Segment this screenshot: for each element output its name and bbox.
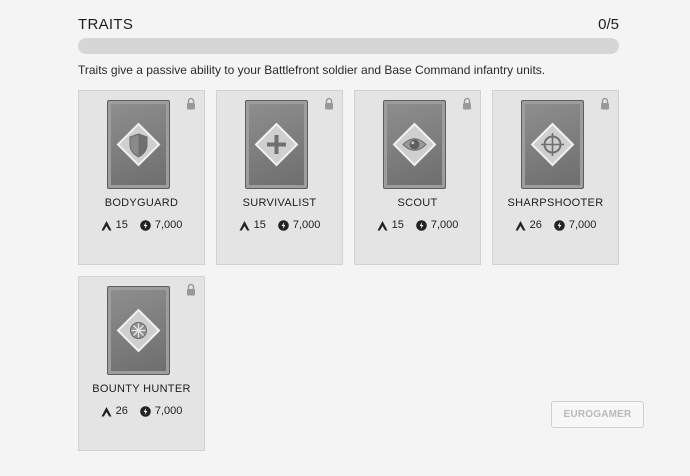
- trait-cost: 7,000: [568, 219, 597, 231]
- credits-icon: [416, 219, 427, 231]
- trait-cost: 7,000: [292, 219, 321, 231]
- trait-rank: 15: [391, 219, 404, 231]
- trait-card-art: [383, 100, 446, 189]
- rank-icon: [101, 406, 112, 416]
- trait-rank: 26: [529, 219, 542, 231]
- credits-icon: [278, 219, 289, 231]
- trait-rank: 15: [115, 219, 128, 231]
- eurogamer-watermark: EUROGAMER: [551, 401, 644, 428]
- trait-rank: 15: [253, 219, 266, 231]
- lock-icon: [187, 97, 195, 110]
- trait-card-art: [245, 100, 308, 189]
- trait-name: BOUNTY HUNTER: [92, 383, 191, 395]
- lock-icon: [187, 283, 195, 296]
- trait-name: SHARPSHOOTER: [507, 197, 604, 209]
- page-title: TRAITS: [78, 16, 134, 33]
- lock-icon: [463, 97, 471, 110]
- trait-requirements: 26 7,000: [79, 405, 204, 417]
- trait-card-art: [521, 100, 584, 189]
- trait-card-scout[interactable]: SCOUT 15 7,000: [354, 90, 481, 265]
- rank-icon: [515, 220, 526, 230]
- trait-card-bodyguard[interactable]: BODYGUARD 15 7,000: [78, 90, 205, 265]
- traits-progress-bar: [78, 38, 619, 54]
- traits-description: Traits give a passive ability to your Ba…: [78, 63, 546, 77]
- trait-name: BODYGUARD: [104, 197, 179, 209]
- traits-count: 0/5: [598, 16, 619, 33]
- rank-icon: [377, 220, 388, 230]
- rank-icon: [101, 220, 112, 230]
- trait-requirements: 26 7,000: [493, 219, 618, 231]
- lock-icon: [601, 97, 609, 110]
- trait-name: SURVIVALIST: [242, 197, 317, 209]
- trait-card-bounty-hunter[interactable]: BOUNTY HUNTER 26 7,000: [78, 276, 205, 451]
- trait-card-art: [107, 286, 170, 375]
- trait-cost: 7,000: [154, 405, 183, 417]
- starburst-icon: [116, 308, 161, 353]
- credits-icon: [140, 219, 151, 231]
- eye-icon: [392, 122, 437, 167]
- trait-rank: 26: [115, 405, 128, 417]
- trait-card-sharpshooter[interactable]: SHARPSHOOTER 26 7,000: [492, 90, 619, 265]
- trait-requirements: 15 7,000: [79, 219, 204, 231]
- traits-header: TRAITS 0/5: [78, 14, 619, 34]
- lock-icon: [325, 97, 333, 110]
- trait-cost: 7,000: [430, 219, 459, 231]
- crosshair-icon: [530, 122, 575, 167]
- shield-icon: [116, 122, 161, 167]
- trait-card-art: [107, 100, 170, 189]
- credits-icon: [140, 405, 151, 417]
- trait-name: SCOUT: [397, 197, 438, 209]
- trait-requirements: 15 7,000: [355, 219, 480, 231]
- trait-card-survivalist[interactable]: SURVIVALIST 15 7,000: [216, 90, 343, 265]
- cross-icon: [254, 122, 299, 167]
- credits-icon: [554, 219, 565, 231]
- rank-icon: [239, 220, 250, 230]
- trait-requirements: 15 7,000: [217, 219, 342, 231]
- trait-cost: 7,000: [154, 219, 183, 231]
